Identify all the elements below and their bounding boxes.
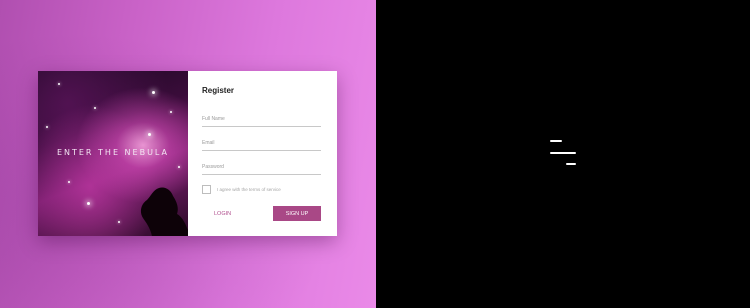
horsehead-silhouette-icon	[140, 187, 188, 236]
terms-label: I agree with the terms of service	[217, 187, 281, 192]
menu-line	[550, 152, 576, 154]
star-icon	[58, 83, 60, 85]
register-form: Register I agree with the terms of servi…	[188, 71, 337, 236]
signup-button[interactable]: SIGN UP	[273, 206, 321, 221]
backdrop-gradient: ENTER THE NEBULA Register I agree with t…	[0, 0, 376, 308]
email-input[interactable]	[202, 136, 321, 151]
form-title: Register	[202, 86, 235, 95]
password-input[interactable]	[202, 160, 321, 175]
star-icon	[178, 166, 180, 168]
star-icon	[94, 107, 96, 109]
login-button[interactable]: LOGIN	[210, 208, 235, 220]
star-icon	[46, 126, 48, 128]
star-icon	[148, 133, 151, 136]
star-icon	[68, 181, 70, 183]
fullname-input[interactable]	[202, 112, 321, 127]
dark-panel	[376, 0, 750, 308]
stage: ENTER THE NEBULA Register I agree with t…	[0, 0, 750, 308]
star-icon	[87, 202, 90, 205]
nebula-image: ENTER THE NEBULA	[38, 71, 188, 236]
menu-line	[550, 140, 562, 142]
star-icon	[152, 91, 155, 94]
register-card: ENTER THE NEBULA Register I agree with t…	[38, 71, 337, 236]
hero-tagline: ENTER THE NEBULA	[56, 148, 170, 157]
terms-checkbox[interactable]	[202, 185, 211, 194]
star-icon	[170, 111, 172, 113]
menu-line	[566, 163, 576, 165]
terms-row: I agree with the terms of service	[202, 185, 281, 194]
menu-lines-icon[interactable]	[548, 139, 578, 169]
star-icon	[118, 221, 120, 223]
